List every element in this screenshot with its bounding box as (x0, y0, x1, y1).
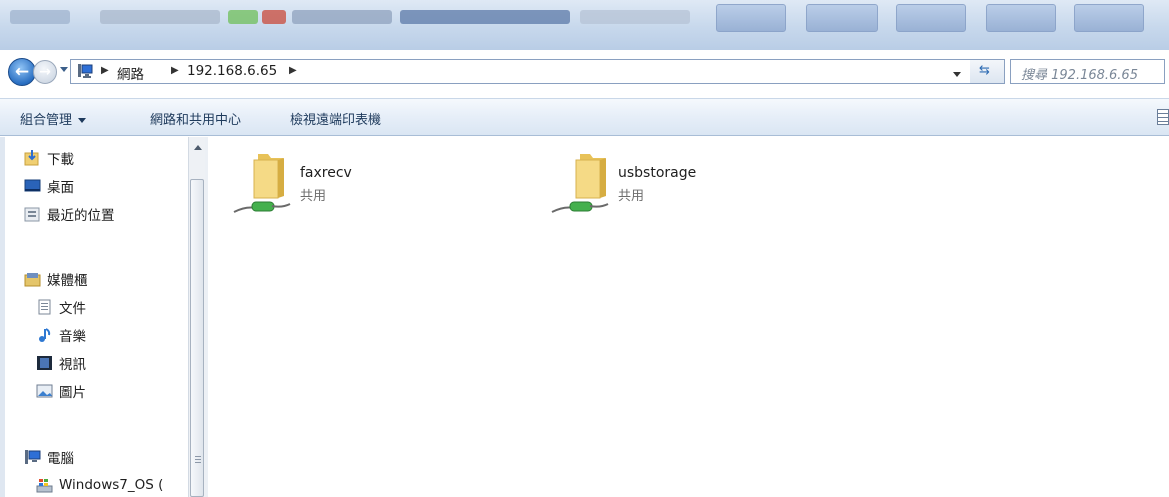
nav-item-label: Windows7_OS ( (59, 477, 164, 493)
refresh-button[interactable]: ⇆ (970, 59, 1005, 84)
share-type: 共用 (618, 189, 645, 204)
nav-item-label: 下載 (47, 152, 74, 168)
blurred-icons (580, 10, 690, 24)
share-item-faxrecv[interactable]: faxrecv 共用 (232, 150, 492, 220)
blurred-icons (292, 10, 392, 24)
network-cable-icon (551, 201, 609, 213)
search-placeholder: 搜尋 192.168.6.65 (1021, 68, 1138, 83)
address-row: ← → ▶ 網路 ▶ 192.168.6.65 ▶ ⇆ 搜尋 192.168.6… (0, 56, 1169, 90)
share-item-usbstorage[interactable]: usbstorage 共用 (550, 150, 830, 220)
recent-places-icon (24, 207, 40, 222)
recent-pages-dropdown[interactable] (60, 67, 68, 72)
address-dropdown[interactable] (953, 72, 961, 77)
back-button[interactable]: ← (8, 58, 36, 86)
scroll-up-arrow-icon[interactable] (194, 145, 202, 150)
network-cable-icon (233, 201, 291, 213)
breadcrumb-separator[interactable]: ▶ (101, 65, 109, 76)
breadcrumb-separator[interactable]: ▶ (289, 65, 297, 76)
computer-icon (25, 450, 41, 464)
breadcrumb-network[interactable]: 網路 (117, 63, 144, 83)
forward-arrow-icon: → (39, 64, 51, 80)
share-type: 共用 (300, 189, 327, 204)
nav-item-videos[interactable]: 視訊 (36, 352, 86, 374)
documents-icon (38, 299, 51, 315)
nav-scrollbar[interactable] (188, 137, 205, 497)
pictures-icon (36, 384, 53, 398)
view-options-icon[interactable] (1157, 109, 1169, 125)
breadcrumb-host[interactable]: 192.168.6.65 (187, 63, 277, 79)
organize-label: 組合管理 (20, 113, 73, 128)
nav-item-label: 視訊 (59, 357, 86, 373)
nav-pane-edge (0, 137, 5, 497)
libraries-icon (24, 273, 41, 287)
nav-item-music[interactable]: 音樂 (36, 324, 86, 346)
nav-item-label: 文件 (59, 301, 86, 317)
blurred-taskbar-button (986, 4, 1056, 32)
nav-item-label: 音樂 (59, 329, 86, 345)
breadcrumb-separator[interactable]: ▶ (171, 65, 179, 76)
address-bar[interactable]: ▶ 網路 ▶ 192.168.6.65 ▶ (70, 59, 1005, 84)
nav-item-recent-places[interactable]: 最近的位置 (24, 203, 115, 225)
drive-icon (36, 479, 53, 493)
nav-item-downloads[interactable]: 下載 (24, 147, 74, 169)
nav-item-desktop[interactable]: 桌面 (24, 175, 74, 197)
downloads-folder-icon (24, 150, 39, 166)
music-icon (39, 328, 51, 342)
blurred-icons (100, 10, 220, 24)
chevron-down-icon (78, 118, 87, 123)
command-bar: 組合管理 網路和共用中心 檢視遠端印表機 (0, 98, 1169, 136)
share-name: usbstorage (618, 165, 697, 181)
grip-icon (195, 456, 201, 464)
computer-icon (78, 64, 93, 78)
pane-splitter[interactable] (205, 137, 208, 497)
blurred-icons (228, 10, 258, 24)
scrollbar-thumb[interactable] (190, 179, 204, 497)
blurred-taskbar-button (806, 4, 878, 32)
nav-item-documents[interactable]: 文件 (36, 296, 86, 318)
nav-item-label: 電腦 (47, 451, 74, 467)
nav-item-pictures[interactable]: 圖片 (36, 380, 86, 402)
share-name: faxrecv (300, 165, 352, 181)
blurred-icons (10, 10, 70, 24)
nav-item-label: 媒體櫃 (47, 273, 88, 289)
forward-button[interactable]: → (33, 60, 57, 84)
refresh-icon: ⇆ (979, 63, 990, 78)
search-input[interactable]: 搜尋 192.168.6.65 (1010, 59, 1165, 84)
blurred-icons (400, 10, 570, 24)
shared-folder-icon (253, 154, 284, 199)
blurred-icons (262, 10, 286, 24)
blurred-taskbar-button (896, 4, 966, 32)
nav-item-label: 最近的位置 (47, 208, 115, 224)
nav-item-computer[interactable]: 電腦 (24, 446, 74, 468)
blurred-taskbar (0, 0, 1169, 50)
nav-item-label: 圖片 (59, 385, 86, 401)
nav-item-label: 桌面 (47, 180, 74, 196)
back-arrow-icon: ← (14, 62, 30, 82)
videos-icon (37, 356, 52, 370)
nav-item-libraries[interactable]: 媒體櫃 (24, 268, 88, 290)
nav-item-windows-drive[interactable]: Windows7_OS ( (36, 474, 163, 496)
blurred-taskbar-button (716, 4, 786, 32)
shared-folder-icon (575, 154, 606, 199)
organize-menu[interactable]: 組合管理 (20, 109, 87, 128)
network-sharing-center-button[interactable]: 網路和共用中心 (150, 109, 241, 128)
desktop-icon (24, 179, 41, 192)
blurred-taskbar-button (1074, 4, 1144, 32)
view-remote-printers-button[interactable]: 檢視遠端印表機 (290, 109, 381, 128)
